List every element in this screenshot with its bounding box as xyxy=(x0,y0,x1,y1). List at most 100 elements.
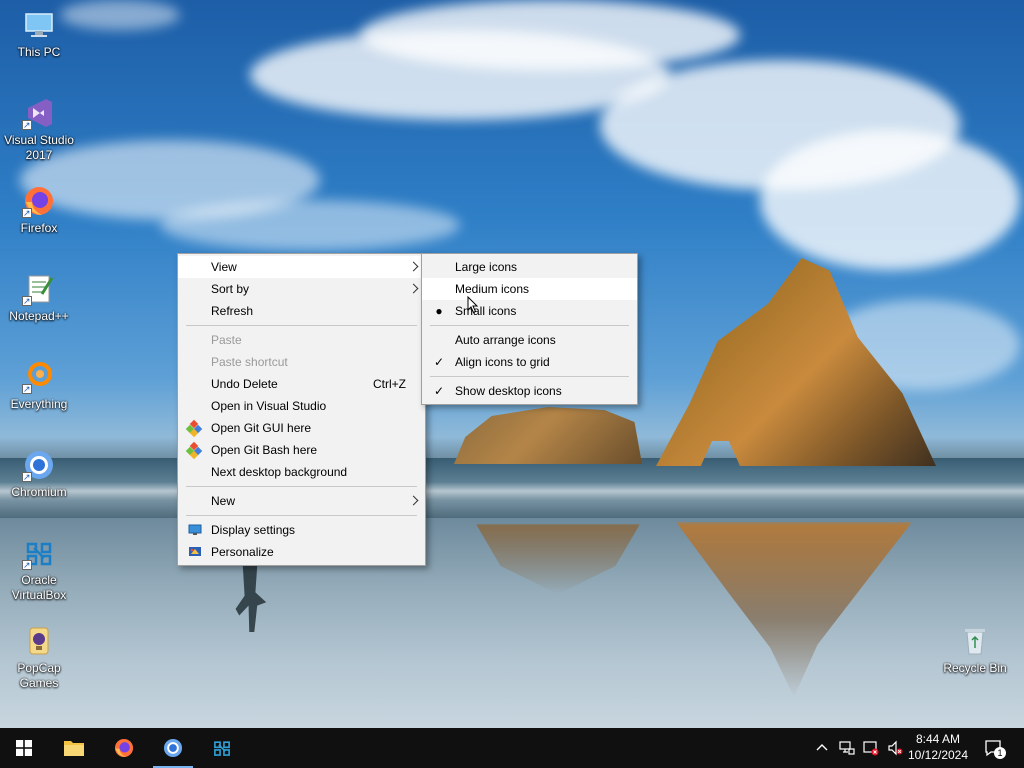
menu-separator xyxy=(430,325,629,326)
desktop-icon-this-pc[interactable]: This PC xyxy=(0,8,78,60)
menu-item-label: Show desktop icons xyxy=(455,384,562,398)
security-tray-button[interactable] xyxy=(860,728,882,768)
start-button[interactable] xyxy=(0,728,48,768)
taskbar-virtualbox[interactable] xyxy=(198,728,246,768)
desktop-icon-popcap[interactable]: PopCap Games xyxy=(0,624,78,691)
virtualbox-icon xyxy=(214,741,230,756)
sea xyxy=(0,458,1024,518)
desktop-icon-label: Recycle Bin xyxy=(943,661,1007,675)
firefox-icon xyxy=(114,738,134,758)
git-icon xyxy=(185,441,203,460)
menu-item-refresh[interactable]: Refresh xyxy=(178,300,425,322)
volume-muted-icon xyxy=(888,740,903,756)
taskbar-clock[interactable]: 8:44 AM 10/12/2024 xyxy=(905,731,971,763)
desktop[interactable]: This PC Visual Studio 2017 Firefox Notep… xyxy=(0,0,1024,728)
everything-search-icon xyxy=(22,360,56,397)
desktop-icon-notepadpp[interactable]: Notepad++ xyxy=(0,272,78,324)
desktop-icon-chromium[interactable]: Chromium xyxy=(0,448,78,500)
taskbar-chromium[interactable] xyxy=(149,728,197,768)
notification-count-badge: 1 xyxy=(994,747,1006,759)
chevron-up-icon xyxy=(816,744,828,751)
submenu-item-medium-icons[interactable]: Medium icons xyxy=(422,278,637,300)
checkmark-icon: ✓ xyxy=(433,384,445,398)
virtualbox-icon xyxy=(22,536,56,573)
chromium-icon xyxy=(22,448,56,485)
notepadpp-icon xyxy=(22,272,56,309)
desktop-context-menu: View Sort by Refresh Paste Paste shortcu… xyxy=(177,253,426,566)
desktop-icon-firefox[interactable]: Firefox xyxy=(0,184,78,236)
network-icon xyxy=(839,741,855,755)
menu-item-paste[interactable]: Paste xyxy=(178,329,425,351)
menu-item-label: Small icons xyxy=(455,304,517,318)
menu-item-sort-by[interactable]: Sort by xyxy=(178,278,425,300)
menu-item-label: New xyxy=(211,494,236,508)
menu-item-label: Personalize xyxy=(211,545,274,559)
taskbar-file-explorer[interactable] xyxy=(50,728,98,768)
menu-item-open-git-bash[interactable]: Open Git Bash here xyxy=(178,439,425,461)
network-tray-button[interactable] xyxy=(836,728,858,768)
menu-item-label: Large icons xyxy=(455,260,518,274)
desktop-icon-label: Notepad++ xyxy=(9,309,69,323)
menu-item-open-git-gui[interactable]: Open Git GUI here xyxy=(178,417,425,439)
menu-item-label: Align icons to grid xyxy=(455,355,550,369)
folder-icon xyxy=(64,741,84,756)
menu-item-label: Sort by xyxy=(211,282,250,296)
volume-tray-button[interactable] xyxy=(884,728,906,768)
menu-separator xyxy=(186,515,417,516)
submenu-item-show-desktop-icons[interactable]: ✓ Show desktop icons xyxy=(422,380,637,402)
shortcut-arrow-icon xyxy=(22,294,32,309)
shortcut-arrow-icon xyxy=(22,382,32,397)
menu-item-label: Paste shortcut xyxy=(211,355,288,369)
rock-small xyxy=(454,407,642,464)
menu-separator xyxy=(186,486,417,487)
taskbar: 8:44 AM 10/12/2024 1 xyxy=(0,728,1024,768)
show-hidden-icons-button[interactable] xyxy=(813,728,831,768)
menu-item-label: Open in Visual Studio xyxy=(211,399,327,413)
desktop-icon-label: This PC xyxy=(17,45,61,59)
menu-item-label: Open Git GUI here xyxy=(211,421,312,435)
taskbar-firefox[interactable] xyxy=(100,728,148,768)
chromium-icon xyxy=(163,738,183,758)
menu-item-view[interactable]: View xyxy=(178,256,425,278)
checkmark-icon: ✓ xyxy=(433,355,445,369)
menu-item-open-in-visual-studio[interactable]: Open in Visual Studio xyxy=(178,395,425,417)
desktop-icon-label: Everything xyxy=(10,397,68,411)
menu-item-label: Open Git Bash here xyxy=(211,443,318,457)
radio-dot-icon: ● xyxy=(435,304,443,318)
menu-item-personalize[interactable]: Personalize xyxy=(178,541,425,563)
cloud xyxy=(760,130,1020,270)
menu-item-paste-shortcut[interactable]: Paste shortcut xyxy=(178,351,425,373)
submenu-item-small-icons[interactable]: ● Small icons xyxy=(422,300,637,322)
submenu-item-large-icons[interactable]: Large icons xyxy=(422,256,637,278)
submenu-item-align-to-grid[interactable]: ✓ Align icons to grid xyxy=(422,351,637,373)
desktop-icon-recycle-bin[interactable]: Recycle Bin xyxy=(936,624,1014,676)
shortcut-arrow-icon xyxy=(22,118,32,133)
desktop-icon-label: Oracle VirtualBox xyxy=(11,573,67,602)
desktop-icon-visual-studio[interactable]: Visual Studio 2017 xyxy=(0,96,78,163)
shortcut-arrow-icon xyxy=(22,470,32,485)
menu-separator xyxy=(430,376,629,377)
menu-item-new[interactable]: New xyxy=(178,490,425,512)
keyboard-shortcut: Ctrl+Z xyxy=(373,377,406,391)
popcap-icon xyxy=(22,624,56,658)
menu-item-display-settings[interactable]: Display settings xyxy=(178,519,425,541)
desktop-icon-label: PopCap Games xyxy=(17,661,61,690)
menu-item-label: View xyxy=(211,260,237,274)
desktop-icon-everything[interactable]: Everything xyxy=(0,360,78,412)
menu-item-label: Undo Delete xyxy=(211,377,278,391)
menu-item-undo-delete[interactable]: Undo Delete Ctrl+Z xyxy=(178,373,425,395)
menu-item-next-background[interactable]: Next desktop background xyxy=(178,461,425,483)
action-center-button[interactable]: 1 xyxy=(980,728,1008,768)
cloud xyxy=(160,200,460,250)
desktop-icon-virtualbox[interactable]: Oracle VirtualBox xyxy=(0,536,78,603)
firefox-icon xyxy=(22,184,56,221)
cloud xyxy=(60,0,180,30)
clock-time: 8:44 AM xyxy=(915,732,961,746)
menu-item-label: Medium icons xyxy=(455,282,530,296)
view-submenu: Large icons Medium icons ● Small icons A… xyxy=(421,253,638,405)
clock-date: 10/12/2024 xyxy=(907,748,969,762)
desktop-icon-label: Firefox xyxy=(20,221,58,235)
submenu-item-auto-arrange[interactable]: Auto arrange icons xyxy=(422,329,637,351)
menu-item-label: Auto arrange icons xyxy=(455,333,556,347)
menu-item-label: Next desktop background xyxy=(211,465,348,479)
